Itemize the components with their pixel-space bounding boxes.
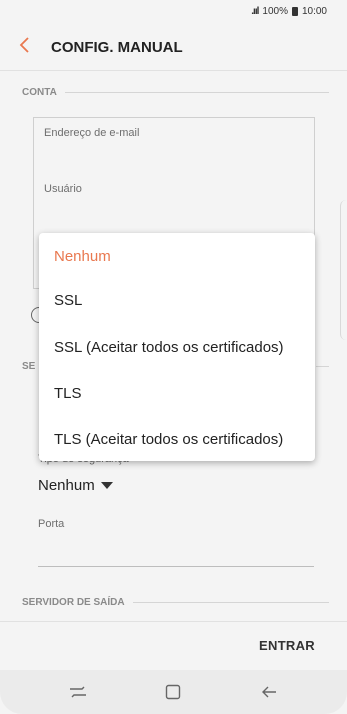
battery-percent: 100% bbox=[262, 5, 288, 17]
status-bar: .ııl 100% 10:00 bbox=[0, 0, 347, 22]
navigation-bar bbox=[0, 670, 347, 714]
section-divider bbox=[132, 602, 329, 603]
section-divider bbox=[64, 92, 329, 93]
section-conta: CONTA bbox=[22, 87, 329, 98]
security-type-select[interactable]: Nenhum bbox=[38, 477, 113, 494]
dropdown-option[interactable]: SSL bbox=[54, 292, 82, 309]
section-saida-label: SERVIDOR DE SAÍDA bbox=[22, 597, 125, 608]
section-divider bbox=[316, 366, 329, 367]
screen: .ııl 100% 10:00 CONFIG. MANUAL CONTA End… bbox=[0, 0, 347, 714]
page-title: CONFIG. MANUAL bbox=[51, 38, 183, 56]
signal-icon: .ııl bbox=[251, 5, 259, 17]
battery-icon bbox=[291, 6, 298, 16]
recents-icon[interactable] bbox=[58, 677, 98, 707]
email-field[interactable]: Endereço de e-mail bbox=[33, 117, 315, 176]
security-type-dropdown: Nenhum SSL SSL (Aceitar todos os certifi… bbox=[39, 233, 315, 461]
back-arrow-icon[interactable] bbox=[249, 677, 289, 707]
header-divider bbox=[0, 70, 347, 71]
section-saida: SERVIDOR DE SAÍDA bbox=[22, 597, 329, 608]
caret-down-icon bbox=[100, 482, 113, 489]
port-label: Porta bbox=[38, 518, 65, 530]
user-field-label: Usuário bbox=[44, 183, 82, 195]
edge-panel-handle[interactable] bbox=[340, 200, 347, 340]
dropdown-option[interactable]: Nenhum bbox=[54, 248, 111, 265]
dropdown-option[interactable]: TLS bbox=[54, 385, 82, 402]
port-field[interactable] bbox=[38, 566, 314, 567]
dropdown-option[interactable]: TLS (Aceitar todos os certificados) bbox=[54, 431, 283, 448]
status-time: 10:00 bbox=[301, 5, 327, 17]
security-type-value: Nenhum bbox=[38, 477, 95, 494]
dropdown-option[interactable]: SSL (Aceitar todos os certificados) bbox=[54, 339, 284, 356]
section-conta-label: CONTA bbox=[22, 87, 57, 98]
footer-divider bbox=[0, 621, 347, 622]
section-server-fragment: SE bbox=[22, 361, 36, 372]
home-icon[interactable] bbox=[153, 677, 193, 707]
app-header: CONFIG. MANUAL bbox=[0, 28, 347, 66]
chevron-left-icon[interactable] bbox=[18, 36, 36, 58]
email-field-label: Endereço de e-mail bbox=[44, 127, 140, 139]
entrar-button[interactable]: ENTRAR bbox=[259, 638, 315, 653]
